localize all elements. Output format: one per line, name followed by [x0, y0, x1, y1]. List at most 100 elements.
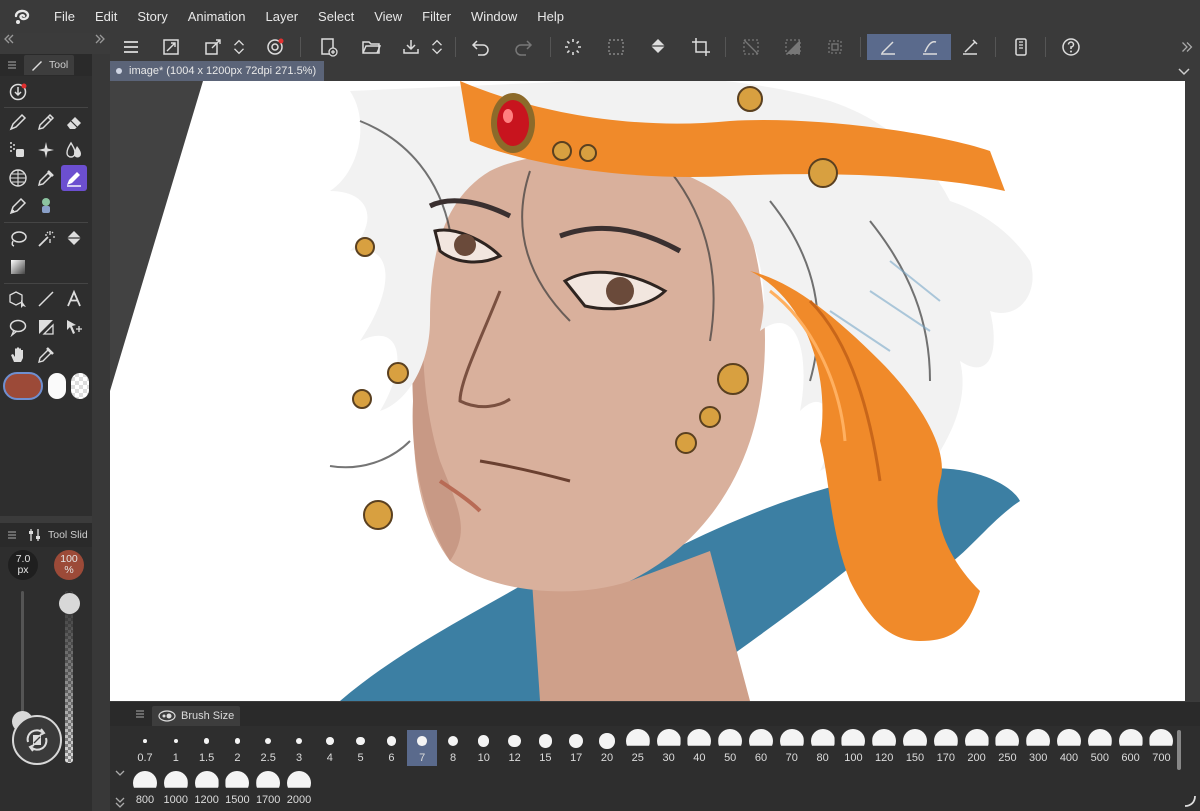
menu-animation[interactable]: Animation — [178, 0, 256, 33]
airbrush-tool-icon[interactable] — [5, 137, 31, 163]
collapse-right-icon[interactable] — [94, 34, 106, 44]
palette-menu-icon[interactable] — [8, 60, 16, 70]
tab-brush-size[interactable]: Brush Size — [152, 706, 241, 726]
frame-border-tool-icon[interactable] — [33, 314, 59, 340]
brush-size-option[interactable]: 120 — [869, 729, 899, 766]
brush-size-option[interactable]: 0.7 — [130, 730, 160, 766]
figure-tool-icon[interactable] — [33, 193, 59, 219]
palette-menu-icon[interactable] — [136, 709, 144, 719]
stepper-icon[interactable] — [230, 34, 248, 60]
brush-size-option[interactable]: 600 — [1116, 729, 1146, 766]
brush-size-option[interactable]: 2000 — [284, 771, 314, 808]
brush-size-option[interactable]: 3 — [284, 730, 314, 766]
brush-size-option[interactable]: 1 — [161, 730, 191, 766]
hamburger-menu-icon[interactable] — [118, 34, 144, 60]
color-picker-tool-icon[interactable] — [33, 342, 59, 368]
brush-size-option[interactable]: 12 — [500, 730, 530, 766]
menu-help[interactable]: Help — [527, 0, 574, 33]
brush-size-option[interactable]: 150 — [900, 729, 930, 766]
fill-tool-icon[interactable] — [61, 226, 87, 252]
brush-size-option[interactable]: 60 — [746, 729, 776, 766]
decoration-tool-icon[interactable] — [33, 137, 59, 163]
brush-size-option[interactable]: 1000 — [161, 771, 191, 808]
brush-size-option[interactable]: 25 — [623, 729, 653, 766]
transform-icon[interactable] — [200, 34, 226, 60]
hand-tool-icon[interactable] — [5, 342, 31, 368]
expand-toolbar-icon[interactable] — [1178, 34, 1196, 60]
magic-wand-tool-icon[interactable] — [33, 226, 59, 252]
resize-grip-icon[interactable] — [1183, 794, 1197, 808]
brush-size-option[interactable]: 10 — [469, 730, 499, 766]
menu-view[interactable]: View — [364, 0, 412, 33]
opacity-slider[interactable] — [59, 591, 80, 763]
gradient-tool-icon[interactable] — [5, 254, 31, 280]
stepper-icon[interactable] — [428, 34, 446, 60]
brush-size-option[interactable]: 5 — [346, 730, 376, 766]
menu-file[interactable]: File — [44, 0, 85, 33]
brush-size-option[interactable]: 20 — [592, 730, 622, 766]
brush-size-option[interactable]: 1200 — [192, 771, 222, 808]
menu-layer[interactable]: Layer — [256, 0, 309, 33]
clear-selection-icon[interactable] — [738, 34, 764, 60]
sync-toggle-icon[interactable] — [12, 715, 62, 765]
undo-icon[interactable] — [468, 34, 494, 60]
brush-size-option[interactable]: 1.5 — [192, 730, 222, 766]
brush-size-option[interactable]: 30 — [654, 729, 684, 766]
opacity-slider-knob[interactable] — [59, 592, 80, 614]
eyedropper-tool-icon[interactable] — [33, 165, 59, 191]
expand-selection-icon[interactable] — [822, 34, 848, 60]
grid-tool-icon[interactable] — [5, 165, 31, 191]
transparent-color-icon[interactable] — [71, 373, 89, 399]
pencil-tool-icon[interactable] — [33, 109, 59, 135]
menu-filter[interactable]: Filter — [412, 0, 461, 33]
sub-color-icon[interactable] — [48, 373, 66, 399]
save-icon[interactable] — [398, 34, 424, 60]
chevron-down-icon[interactable] — [115, 769, 125, 777]
menu-select[interactable]: Select — [308, 0, 364, 33]
brush-size-option[interactable]: 400 — [1054, 729, 1084, 766]
canvas-viewport[interactable] — [110, 81, 1185, 701]
3d-object-tool-icon[interactable] — [5, 286, 31, 312]
brush-size-option[interactable]: 50 — [715, 729, 745, 766]
brush-size-option[interactable]: 250 — [992, 729, 1022, 766]
crop-icon[interactable] — [688, 34, 714, 60]
brush-size-option[interactable]: 2 — [222, 730, 252, 766]
snap-grid-icon[interactable] — [957, 34, 983, 60]
correct-line-tool-icon[interactable] — [61, 314, 87, 340]
redo-icon[interactable] — [510, 34, 536, 60]
brush-size-option[interactable]: 500 — [1085, 729, 1115, 766]
balloon-tool-icon[interactable] — [5, 314, 31, 340]
double-chevron-down-icon[interactable] — [115, 797, 125, 809]
snap-ruler-icon[interactable] — [867, 34, 909, 60]
brush-size-option[interactable]: 4 — [315, 730, 345, 766]
tab-tool-slider[interactable]: Tool Slid — [28, 528, 88, 542]
fill-icon[interactable] — [645, 34, 671, 60]
app-logo-icon[interactable] — [0, 0, 44, 33]
lasso-tool-icon[interactable] — [5, 226, 31, 252]
brush-size-option[interactable]: 6 — [376, 730, 406, 766]
vertical-scrollbar[interactable] — [1185, 81, 1200, 701]
brush-size-option[interactable]: 2.5 — [253, 730, 283, 766]
canvas-artwork[interactable] — [110, 81, 1185, 701]
brush-size-option[interactable]: 7 — [407, 730, 438, 766]
brush-size-option[interactable]: 15 — [530, 730, 560, 766]
marker-tool-icon[interactable] — [61, 165, 87, 191]
brush-size-scrollbar[interactable] — [1177, 730, 1181, 770]
palette-menu-icon[interactable] — [8, 530, 16, 540]
select-all-icon[interactable] — [603, 34, 629, 60]
brush-size-option[interactable]: 17 — [561, 730, 591, 766]
main-color-icon[interactable] — [3, 372, 43, 400]
record-icon[interactable] — [262, 34, 288, 60]
help-icon[interactable] — [1058, 34, 1084, 60]
brush-size-option[interactable]: 300 — [1023, 729, 1053, 766]
blend-tool-icon[interactable] — [61, 137, 87, 163]
invert-selection-icon[interactable] — [780, 34, 806, 60]
brush-size-option[interactable]: 700 — [1146, 729, 1176, 766]
tab-tool[interactable]: Tool — [24, 55, 75, 75]
chevron-down-icon[interactable] — [1178, 66, 1190, 76]
brush-size-option[interactable]: 1500 — [222, 771, 252, 808]
fountain-pen-tool-icon[interactable] — [5, 193, 31, 219]
brush-size-option[interactable]: 80 — [808, 729, 838, 766]
canvas-tab[interactable]: image* (1004 x 1200px 72dpi 271.5%) — [110, 61, 325, 81]
open-folder-icon[interactable] — [358, 34, 384, 60]
